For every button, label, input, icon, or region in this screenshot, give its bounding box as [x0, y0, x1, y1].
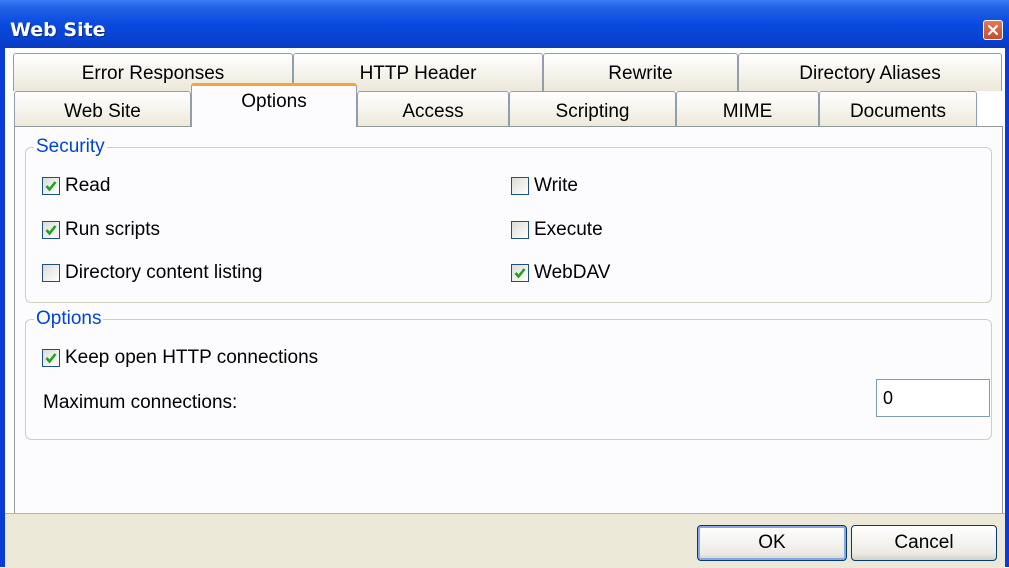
tab-label: Rewrite [608, 63, 673, 84]
tab-label: Options [241, 91, 307, 112]
title-bar[interactable]: Web Site [0, 0, 1009, 48]
write-checkbox[interactable]: Write [511, 175, 578, 197]
tab-label: Error Responses [81, 63, 225, 84]
check-icon [45, 225, 57, 236]
tab-label: HTTP Header [359, 63, 477, 84]
tab-label: Documents [849, 101, 947, 122]
tab-documents[interactable]: Documents [819, 91, 977, 127]
webdav-label: WebDAV [534, 262, 611, 283]
checkbox-box[interactable] [42, 221, 60, 239]
tab-label: Directory Aliases [799, 63, 941, 84]
options-tab-panel: Security Read Write Run scripts Execute [14, 126, 1003, 524]
execute-label: Execute [534, 219, 603, 240]
directory-listing-checkbox[interactable]: Directory content listing [42, 262, 262, 284]
dialog-client: Error Responses HTTP Header Rewrite Dire… [5, 48, 1005, 568]
window-title: Web Site [10, 19, 106, 41]
run-scripts-label: Run scripts [65, 219, 161, 240]
close-button[interactable] [983, 20, 1003, 40]
options-group: Options Keep open HTTP connections Maxim… [25, 308, 992, 440]
check-icon [45, 353, 57, 364]
checkbox-box[interactable] [42, 349, 60, 367]
security-group: Security Read Write Run scripts Execute [25, 136, 992, 303]
tab-web-site[interactable]: Web Site [14, 91, 191, 127]
tab-mime[interactable]: MIME [676, 91, 819, 127]
tab-label: Web Site [64, 101, 141, 122]
keep-open-connections-checkbox[interactable]: Keep open HTTP connections [42, 347, 318, 369]
run-scripts-checkbox[interactable]: Run scripts [42, 219, 160, 241]
tab-access[interactable]: Access [357, 91, 509, 127]
security-group-label: Security [34, 136, 107, 158]
tab-label: MIME [722, 101, 773, 122]
tab-scripting[interactable]: Scripting [509, 91, 676, 127]
keep-open-connections-label: Keep open HTTP connections [65, 347, 319, 368]
tab-directory-aliases[interactable]: Directory Aliases [738, 53, 1002, 91]
checkbox-box[interactable] [511, 264, 529, 282]
check-icon [514, 268, 526, 279]
write-label: Write [534, 175, 578, 196]
checkbox-box[interactable] [42, 177, 60, 195]
max-connections-input[interactable] [876, 379, 990, 417]
check-icon [45, 181, 57, 192]
tab-label: Scripting [555, 101, 630, 122]
tab-options[interactable]: Options [191, 83, 357, 127]
checkbox-box[interactable] [511, 221, 529, 239]
webdav-checkbox[interactable]: WebDAV [511, 262, 610, 284]
checkbox-box[interactable] [511, 177, 529, 195]
button-bar: OK Cancel [5, 513, 1005, 568]
max-connections-label: Maximum connections: [43, 392, 238, 413]
options-group-label: Options [34, 308, 104, 330]
dialog-window: Web Site Error Responses HTTP Header Rew… [0, 0, 1009, 568]
tab-label: Access [402, 101, 464, 122]
ok-button[interactable]: OK [697, 525, 847, 561]
close-icon [987, 24, 999, 36]
cancel-button[interactable]: Cancel [851, 525, 997, 561]
read-label: Read [65, 175, 111, 196]
execute-checkbox[interactable]: Execute [511, 219, 603, 241]
read-checkbox[interactable]: Read [42, 175, 110, 197]
checkbox-box[interactable] [42, 264, 60, 282]
directory-listing-label: Directory content listing [65, 262, 263, 283]
tab-rewrite[interactable]: Rewrite [543, 53, 738, 91]
